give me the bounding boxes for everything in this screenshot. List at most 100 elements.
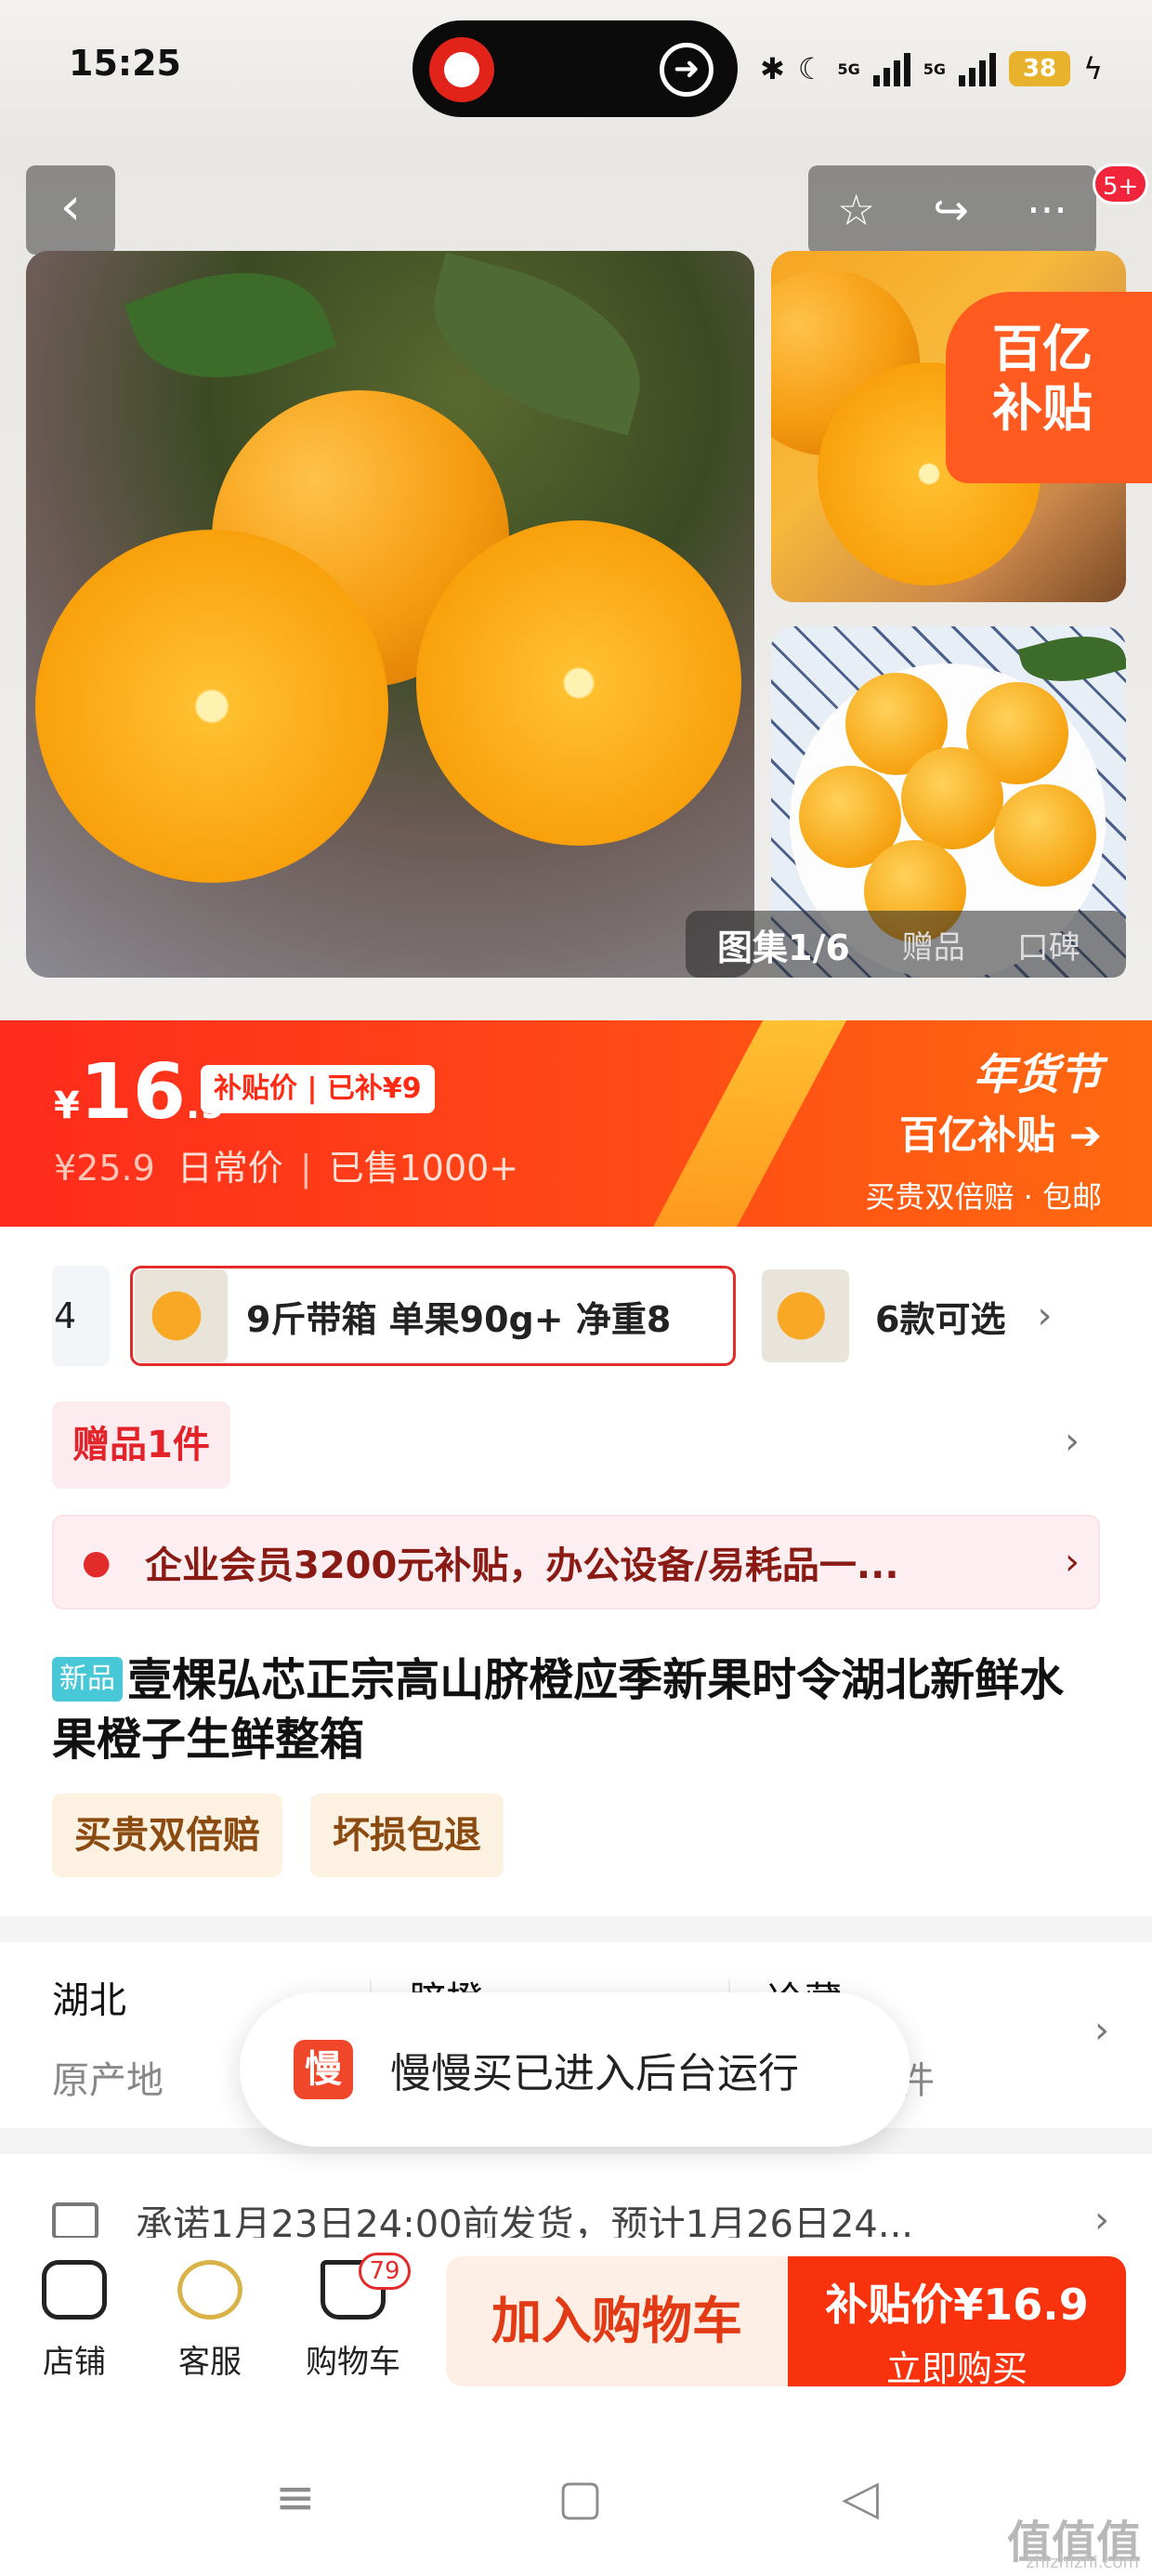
signal-icon <box>872 51 910 86</box>
tab-store[interactable]: 店铺 <box>19 2260 130 2382</box>
background-toast: 慢 慢慢买已进入后台运行 <box>240 1992 910 2147</box>
sku-thumbnail-2 <box>762 1269 849 1362</box>
price-secondary: ¥25.9 日常价 | 已售1000+ <box>54 1139 518 1190</box>
enter-arrow-icon[interactable]: ➜ <box>660 43 713 97</box>
sku-thumbnail <box>135 1269 228 1362</box>
bottom-action-bar: 店铺 客服 79 购物车 加入购物车 补贴价¥16.9 立即购买 <box>0 2238 1152 2424</box>
product-gallery: ‹ ☆ ↪ ··· 5+ 百亿 补贴 图集1/6 赠品 口碑 <box>0 139 1152 1020</box>
chevron-right-icon: › <box>1094 2199 1109 2241</box>
price-integer: 16 <box>79 1048 186 1137</box>
orange-half-left <box>35 530 388 883</box>
status-bar: 15:25 ➜ ✱ ☾ 5G 5G 38 ϟ <box>0 0 1152 139</box>
peeled-orange <box>994 784 1096 887</box>
site-watermark-url: zhizhizhi.com <box>1026 2553 1139 2572</box>
dynamic-island[interactable]: ➜ <box>412 20 738 117</box>
product-title: 壹棵弘芯正宗高山脐橙应季新果时令湖北新鲜水果橙子生鲜整箱 <box>52 1654 1065 1766</box>
separator: | <box>299 1148 312 1189</box>
chevron-right-icon: › <box>1065 1420 1080 1463</box>
service-tag-price-guarantee[interactable]: 买贵双倍赔 <box>52 1794 282 1877</box>
peeled-orange <box>901 747 1003 849</box>
tab-gallery[interactable]: 图集1/6 <box>686 919 876 970</box>
bluetooth-icon: ✱ <box>760 51 785 86</box>
buy-price-label: 补贴价¥16.9 <box>825 2280 1089 2330</box>
share-icon[interactable]: ↪ <box>933 185 969 235</box>
subsidy-tag-line1: 百亿 <box>992 320 1093 378</box>
price-banner: ¥16.9 补贴价 | 已补¥9 ¥25.9日常价|已售1000+ 年货节 百亿… <box>0 1020 1152 1227</box>
festival-title: 年货节 <box>974 1049 1102 1099</box>
attribute-key: 原产地 <box>52 2059 164 2102</box>
sku-selector: 4 9斤带箱 单果90g+ 净重8 6款可选 › <box>0 1253 1152 1368</box>
tab-gift[interactable]: 赠品 <box>876 922 991 967</box>
enterprise-member-row[interactable]: ● 企业会员3200元补贴，办公设备/易耗品一... › <box>52 1515 1100 1610</box>
toast-message: 慢慢买已进入后台运行 <box>390 2050 799 2097</box>
status-time: 15:25 <box>69 43 181 84</box>
leaf-shape-2 <box>412 252 662 436</box>
festival-subtitle: 百亿补贴 ➔ <box>865 1104 1102 1161</box>
subsidy-price-badge: 补贴价 | 已补¥9 <box>201 1065 435 1113</box>
truck-icon <box>52 2202 98 2240</box>
service-tags: 买贵双倍赔 坏损包退 <box>52 1794 504 1877</box>
person-icon: ● <box>82 1544 111 1582</box>
price-currency: ¥ <box>54 1084 80 1127</box>
sku-count-label: 6款可选 <box>875 1298 1006 1340</box>
tab-cart[interactable]: 79 购物车 <box>297 2253 411 2382</box>
system-nav-bar: ≡ ▢ ◁ 值值值 zhizhizhi.com <box>0 2424 1152 2576</box>
buy-now-label: 立即购买 <box>885 2348 1028 2389</box>
product-main-image[interactable] <box>26 251 754 978</box>
new-product-tag: 新品 <box>52 1657 123 1702</box>
charging-icon: ϟ <box>1083 51 1104 86</box>
original-price-label: 日常价 <box>177 1148 283 1189</box>
sku-option-selected[interactable]: 9斤带箱 单果90g+ 净重8 <box>130 1266 736 1366</box>
chevron-right-icon: › <box>1094 2009 1109 2052</box>
tab-service[interactable]: 客服 <box>154 2260 266 2382</box>
moon-icon: ☾ <box>797 51 825 86</box>
message-badge: 5+ <box>1093 164 1149 204</box>
member-promo-text: 企业会员3200元补贴，办公设备/易耗品一... <box>145 1544 899 1587</box>
store-icon <box>42 2260 107 2320</box>
favorite-star-icon[interactable]: ☆ <box>837 185 875 235</box>
subsidy-tag-line2: 补贴 <box>992 379 1093 438</box>
sku-option-prev[interactable]: 4 <box>52 1266 110 1366</box>
menu-icon[interactable]: ≡ <box>275 2470 316 2526</box>
sku-more-options[interactable]: 6款可选 › <box>760 1266 1052 1366</box>
section-divider <box>0 1916 1152 1942</box>
more-icon[interactable]: ··· <box>1027 185 1067 235</box>
top-actions: ☆ ↪ ··· <box>808 165 1096 255</box>
gift-badge: 赠品1件 <box>52 1401 230 1489</box>
original-price: ¥25.9 <box>54 1148 155 1189</box>
chevron-right-icon: › <box>1037 1295 1053 1337</box>
customer-service-icon <box>177 2260 242 2320</box>
app-logo-icon: 慢 <box>294 2040 353 2099</box>
tab-reviews[interactable]: 口碑 <box>991 922 1106 967</box>
sold-count: 已售1000+ <box>328 1148 519 1189</box>
tab-store-label: 店铺 <box>43 2344 106 2381</box>
attribute-value: 湖北 <box>52 1979 126 2022</box>
signal-label-1: 5G <box>837 59 860 78</box>
chevron-right-circle-icon: ➔ <box>1068 1112 1102 1158</box>
signal-icon-2 <box>959 51 997 86</box>
festival-note: 买贵双倍赔 · 包邮 <box>865 1179 1102 1215</box>
gallery-tabs: 图集1/6 赠品 口碑 <box>686 911 1126 978</box>
festival-subtitle-text: 百亿补贴 <box>899 1112 1056 1158</box>
service-tag-damage-return[interactable]: 坏损包退 <box>310 1794 504 1877</box>
sku-label: 9斤带箱 单果90g+ 净重8 <box>246 1298 672 1340</box>
cart-count-badge: 79 <box>359 2253 411 2290</box>
tab-cart-label: 购物车 <box>306 2344 400 2381</box>
buy-now-button[interactable]: 补贴价¥16.9 立即购买 <box>788 2256 1126 2389</box>
product-title-block: 新品 壹棵弘芯正宗高山脐橙应季新果时令湖北新鲜水果橙子生鲜整箱 <box>52 1650 1100 1769</box>
attribute-origin: 湖北 原产地 <box>52 1970 164 2104</box>
back-triangle-icon[interactable]: ◁ <box>842 2470 879 2526</box>
orange-half-right <box>416 520 741 846</box>
signal-label-2: 5G <box>923 59 947 78</box>
subsidy-corner-tag: 百亿 补贴 <box>946 292 1152 483</box>
chevron-right-icon: › <box>1065 1541 1080 1584</box>
add-to-cart-button[interactable]: 加入购物车 <box>446 2256 788 2386</box>
app-avatar-icon <box>429 37 494 102</box>
battery-icon: 38 <box>1009 51 1071 86</box>
festival-promo[interactable]: 年货节 百亿补贴 ➔ 买贵双倍赔 · 包邮 <box>865 1041 1102 1216</box>
tab-service-label: 客服 <box>178 2344 242 2381</box>
back-button[interactable]: ‹ <box>26 165 115 255</box>
gift-row[interactable]: 赠品1件 › <box>52 1401 1100 1491</box>
home-square-icon[interactable]: ▢ <box>557 2470 603 2526</box>
leaf-shape <box>124 251 337 410</box>
